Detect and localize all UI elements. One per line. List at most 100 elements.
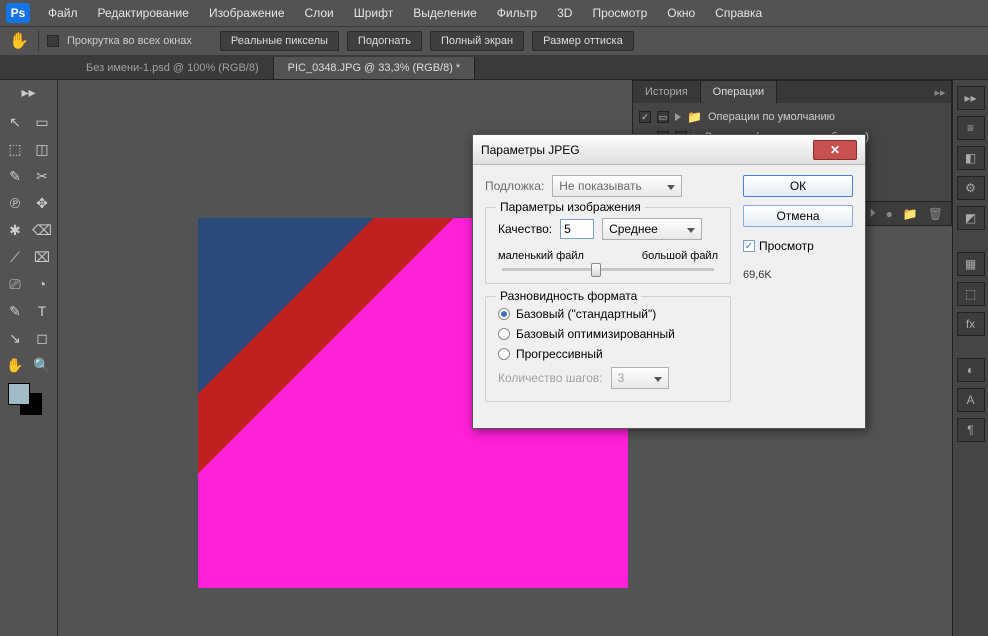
menu-image[interactable]: Изображение [199,6,295,20]
tool-quick-select[interactable]: ◫ [29,136,55,162]
radio-icon[interactable] [498,308,510,320]
dock-icon-9[interactable]: A [957,388,985,412]
slider-small-label: маленький файл [498,250,584,262]
play-icon[interactable]: ⏵ [870,206,876,221]
preview-checkbox-row[interactable]: ✓ Просмотр [743,239,853,253]
tool-eyedropper[interactable]: ✂ [29,163,55,189]
radio-icon[interactable] [498,328,510,340]
dock-icon-10[interactable]: ¶ [957,418,985,442]
expand-arrow-icon[interactable] [675,113,681,121]
format-option-baseline[interactable]: Базовый ("стандартный") [498,307,718,321]
tool-zoom[interactable]: 🔍 [29,352,55,378]
scans-select: 3 [611,367,669,389]
dock-icon-6[interactable]: ⬚ [957,282,985,306]
tool-move[interactable]: ↖ [2,109,28,135]
options-bar: ✋ Прокрутка во всех окнах Реальные пиксе… [0,26,988,56]
format-options-legend: Разновидность формата [496,289,641,303]
menu-view[interactable]: Просмотр [582,6,657,20]
menu-layer[interactable]: Слои [295,6,344,20]
document-tab-2[interactable]: PIC_0348.JPG @ 33,3% (RGB/8) * [274,57,476,79]
tab-history[interactable]: История [633,81,701,103]
menu-filter[interactable]: Фильтр [487,6,547,20]
preview-label: Просмотр [759,239,814,253]
quality-slider[interactable] [502,268,714,271]
preview-checkbox[interactable]: ✓ [743,240,755,252]
dock-icon-8[interactable]: ◐ [957,358,985,382]
tool-hand[interactable]: ✋ [2,352,28,378]
tool-pen[interactable]: ✎ [2,298,28,324]
filesize-label: 69,6K [743,269,853,281]
dock-icon-3[interactable]: ⚙ [957,176,985,200]
tool-marquee[interactable]: ▭ [29,109,55,135]
tool-crop[interactable]: ✎ [2,163,28,189]
menu-edit[interactable]: Редактирование [88,6,199,20]
tab-actions[interactable]: Операции [701,81,777,103]
menu-type[interactable]: Шрифт [344,6,403,20]
quality-label: Качество: [498,222,552,236]
dock-expand[interactable]: ▸▸ [957,86,985,110]
tool-brush[interactable]: ✥ [29,190,55,216]
print-size-button[interactable]: Размер оттиска [532,31,634,51]
color-swatches[interactable] [2,383,55,417]
full-screen-button[interactable]: Полный экран [430,31,524,51]
document-tab-1[interactable]: Без имени-1.psd @ 100% (RGB/8) [72,57,274,79]
panel-menu-icon[interactable]: ▸▸ [929,81,951,103]
scans-value: 3 [618,371,625,385]
format-options-group: Разновидность формата Базовый ("стандарт… [485,296,731,402]
tool-path[interactable]: ↘ [2,325,28,351]
tool-stamp[interactable]: ✱ [2,217,28,243]
dock-icon-2[interactable]: ◧ [957,146,985,170]
menu-file[interactable]: Файл [38,6,88,20]
action-toggle[interactable]: ✓ [639,111,651,123]
tool-blur[interactable]: ⎚ [2,271,28,297]
quality-preset-select[interactable]: Среднее [602,218,702,240]
tool-eraser[interactable]: ⟋ [2,244,28,270]
scroll-all-label: Прокрутка во всех окнах [67,35,192,47]
record-icon[interactable]: ● [886,207,893,221]
quality-input[interactable] [560,219,594,239]
menubar: Ps Файл Редактирование Изображение Слои … [0,0,988,26]
tool-gradient[interactable]: ⌧ [29,244,55,270]
tool-type[interactable]: T [29,298,55,324]
radio-label: Базовый ("стандартный") [516,307,656,321]
cancel-button[interactable]: Отмена [743,205,853,227]
action-label: Операции по умолчанию [708,111,835,123]
actual-pixels-button[interactable]: Реальные пикселы [220,31,339,51]
tool-shape[interactable]: ◻ [29,325,55,351]
trash-icon[interactable]: 🗑 [928,207,943,221]
image-options-group: Параметры изображения Качество: Среднее … [485,207,731,284]
tools-panel: ▸▸ ↖ ▭ ⬚ ◫ ✎ ✂ ℗ ✥ ✱ ⌫ ⟋ ⌧ ⎚ ◔ ✎ T ↘ ◻ ✋… [0,80,58,636]
menu-window[interactable]: Окно [657,6,705,20]
foreground-color[interactable] [8,383,30,405]
hand-tool-icon: ✋ [8,30,30,52]
format-option-optimized[interactable]: Базовый оптимизированный [498,327,718,341]
format-option-progressive[interactable]: Прогрессивный [498,347,718,361]
tool-history-brush[interactable]: ⌫ [29,217,55,243]
menu-help[interactable]: Справка [705,6,772,20]
jpeg-options-dialog: Параметры JPEG ✕ Подложка: Не показывать… [472,134,866,429]
quality-preset-value: Среднее [609,222,658,236]
dock-icon-4[interactable]: ◩ [957,206,985,230]
scroll-all-checkbox[interactable] [47,35,59,47]
new-set-icon[interactable]: 📁 [903,207,918,221]
tool-healing[interactable]: ℗ [2,190,28,216]
app-logo: Ps [6,3,30,23]
ok-button[interactable]: ОК [743,175,853,197]
dock-icon-7[interactable]: fx [957,312,985,336]
fit-screen-button[interactable]: Подогнать [347,31,422,51]
menu-select[interactable]: Выделение [403,6,487,20]
close-button[interactable]: ✕ [813,140,857,160]
radio-icon[interactable] [498,348,510,360]
tool-dodge[interactable]: ◔ [29,271,55,297]
matte-select[interactable]: Не показывать [552,175,682,197]
action-row-default[interactable]: ✓ ▭ 📁 Операции по умолчанию [639,107,945,127]
dialog-title: Параметры JPEG [481,143,580,157]
dialog-titlebar[interactable]: Параметры JPEG ✕ [473,135,865,165]
action-dialog-toggle[interactable]: ▭ [657,111,669,123]
menu-3d[interactable]: 3D [547,6,582,20]
slider-thumb[interactable] [591,263,601,277]
tools-handle[interactable]: ▸▸ [2,82,55,102]
dock-icon-1[interactable]: ≡ [957,116,985,140]
tool-lasso[interactable]: ⬚ [2,136,28,162]
dock-icon-5[interactable]: ▦ [957,252,985,276]
